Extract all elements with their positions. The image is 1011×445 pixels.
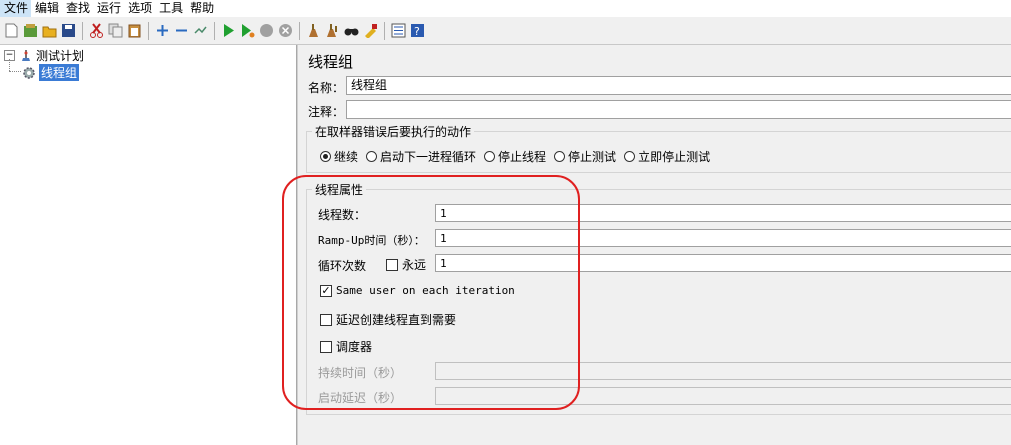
toolbar-separator <box>148 21 149 40</box>
tree-node-label: 测试计划 <box>36 49 85 63</box>
threads-field[interactable]: 1 <box>435 204 1011 222</box>
scheduler-checkbox-row[interactable]: 调度器 <box>320 338 372 355</box>
radio-button[interactable] <box>484 151 496 162</box>
same-user-checkbox-row[interactable]: ✓ Same user on each iteration <box>320 284 515 297</box>
function-helper-icon[interactable] <box>391 23 406 38</box>
cut-icon[interactable] <box>89 23 104 38</box>
toolbar-separator <box>82 21 83 40</box>
radio-button[interactable] <box>624 151 636 162</box>
loop-count-field[interactable]: 1 <box>435 254 1011 272</box>
sampler-error-actions: 继续 启动下一进程循环 停止线程 停止测试 立即停止测试 <box>320 148 718 165</box>
sampler-error-legend: 在取样器错误后要执行的动作 <box>312 123 475 140</box>
radio-label: 继续 <box>334 150 359 164</box>
forever-checkbox[interactable] <box>386 258 398 271</box>
forever-checkbox-row[interactable]: 永远 <box>386 256 426 273</box>
new-icon[interactable] <box>4 23 19 38</box>
radio-label: 启动下一进程循环 <box>380 150 477 164</box>
startup-delay-label: 启动延迟（秒） <box>318 391 403 405</box>
startup-delay-field[interactable] <box>435 387 1011 405</box>
search-icon[interactable] <box>344 23 359 38</box>
forever-label: 永远 <box>402 258 427 272</box>
radio-label: 停止线程 <box>498 150 547 164</box>
radio-stop-test[interactable]: 停止测试 <box>554 148 616 165</box>
delay-thread-creation-checkbox[interactable] <box>320 313 332 326</box>
duration-label: 持续时间（秒） <box>318 366 403 380</box>
start-no-pause-icon[interactable] <box>240 23 255 38</box>
rampup-field[interactable]: 1 <box>435 229 1011 247</box>
radio-continue[interactable]: 继续 <box>320 148 358 165</box>
svg-text:?: ? <box>414 25 420 38</box>
stop-icon[interactable] <box>259 23 274 38</box>
tree-node-label-selected: 线程组 <box>39 64 80 81</box>
duration-field[interactable] <box>435 362 1011 380</box>
toolbar-separator <box>384 21 385 40</box>
thread-properties-legend: 线程属性 <box>312 181 367 198</box>
menu-bar: 文件 编辑 查找 运行 选项 工具 帮助 <box>0 0 1011 17</box>
radio-stop-test-now[interactable]: 立即停止测试 <box>624 148 710 165</box>
loop-count-label: 循环次数 <box>318 259 367 273</box>
collapse-icon[interactable] <box>174 23 189 38</box>
reset-search-icon[interactable] <box>363 23 378 38</box>
delay-thread-creation-label: 延迟创建线程直到需要 <box>336 313 457 327</box>
page-title: 线程组 <box>308 53 354 71</box>
menu-search[interactable]: 查找 <box>62 0 93 17</box>
gear-icon <box>23 66 35 79</box>
toolbar: ? <box>0 17 1011 45</box>
rampup-label: Ramp-Up时间（秒）： <box>318 234 425 247</box>
radio-button[interactable] <box>320 151 331 162</box>
menu-file[interactable]: 文件 <box>0 0 32 17</box>
scheduler-checkbox[interactable] <box>320 340 332 353</box>
comment-field[interactable] <box>346 100 1011 119</box>
expand-icon[interactable] <box>155 23 170 38</box>
radio-button[interactable] <box>554 151 566 162</box>
radio-start-next-loop[interactable]: 启动下一进程循环 <box>366 148 476 165</box>
toolbar-separator <box>214 21 215 40</box>
start-icon[interactable] <box>221 23 236 38</box>
copy-icon[interactable] <box>108 23 123 38</box>
clear-icon[interactable] <box>306 23 321 38</box>
thread-group-panel: 线程组 名称： 线程组 注释： 在取样器错误后要执行的动作 继续 启动下一进程循… <box>297 45 1011 445</box>
tree-node-test-plan[interactable]: − 测试计划 <box>4 47 84 64</box>
threads-label: 线程数： <box>318 208 367 222</box>
templates-icon[interactable] <box>23 23 38 38</box>
help-icon[interactable]: ? <box>410 23 425 38</box>
open-icon[interactable] <box>42 23 57 38</box>
menu-run[interactable]: 运行 <box>93 0 124 17</box>
menu-tools[interactable]: 工具 <box>155 0 186 17</box>
same-user-checkbox[interactable]: ✓ <box>320 284 332 297</box>
radio-stop-thread[interactable]: 停止线程 <box>484 148 546 165</box>
radio-label: 立即停止测试 <box>638 150 711 164</box>
radio-label: 停止测试 <box>568 150 617 164</box>
toggle-icon[interactable] <box>193 23 208 38</box>
same-user-label: Same user on each iteration <box>336 284 515 297</box>
clear-all-icon[interactable] <box>325 23 340 38</box>
name-field[interactable]: 线程组 <box>346 76 1011 95</box>
shutdown-icon[interactable] <box>278 23 293 38</box>
paste-icon[interactable] <box>127 23 142 38</box>
save-icon[interactable] <box>61 23 76 38</box>
toolbar-separator <box>299 21 300 40</box>
radio-button[interactable] <box>366 151 378 162</box>
comment-label: 注释： <box>308 105 345 119</box>
menu-help[interactable]: 帮助 <box>186 0 217 17</box>
menu-edit[interactable]: 编辑 <box>31 0 62 17</box>
scheduler-label: 调度器 <box>336 340 373 354</box>
thread-properties-group <box>306 189 1011 415</box>
test-plan-icon <box>22 49 30 61</box>
name-label: 名称： <box>308 81 345 95</box>
delay-thread-creation-row[interactable]: 延迟创建线程直到需要 <box>320 311 456 328</box>
menu-options[interactable]: 选项 <box>124 0 155 17</box>
tree-node-thread-group[interactable]: 线程组 <box>22 64 80 81</box>
test-plan-tree: − 测试计划 线程组 <box>0 45 297 445</box>
